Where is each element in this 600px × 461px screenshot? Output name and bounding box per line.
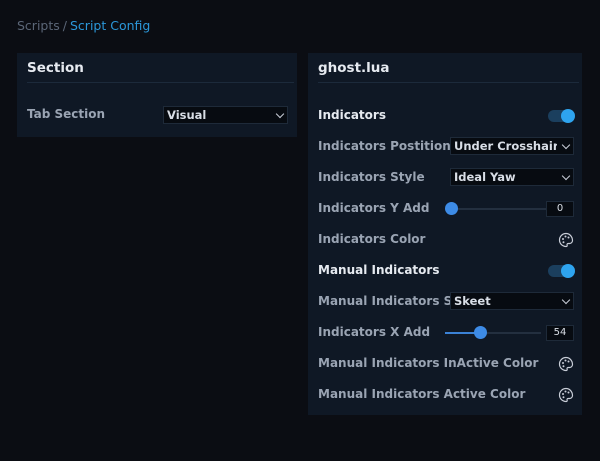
tab-section-value: Visual (167, 108, 207, 122)
tab-section-dropdown[interactable]: Visual (163, 106, 288, 124)
indicators-position-dropdown[interactable]: Under Crosshair (450, 137, 574, 155)
divider (318, 82, 579, 83)
breadcrumb-root[interactable]: Scripts (17, 18, 60, 33)
chevron-down-icon (561, 140, 571, 150)
indicators-toggle[interactable] (548, 109, 575, 123)
indicators-position-row: Indicators Postition Under Crosshair (318, 135, 574, 159)
toggle-knob (561, 109, 575, 123)
indicators-y-add-row: Indicators Y Add 0 (318, 197, 574, 221)
tab-section-label: Tab Section (27, 107, 106, 121)
indicators-y-add-value[interactable]: 0 (546, 201, 574, 217)
indicators-position-label: Indicators Postition (318, 139, 451, 153)
indicators-style-dropdown[interactable]: Ideal Yaw (450, 168, 574, 186)
indicators-x-add-slider[interactable] (445, 326, 541, 339)
manual-indicators-style-row: Manual Indicators Style Skeet (318, 290, 574, 314)
manual-inactive-color-label: Manual Indicators InActive Color (318, 356, 539, 370)
indicators-y-add-slider[interactable] (445, 202, 547, 215)
palette-icon[interactable] (558, 232, 574, 248)
indicators-x-add-row: Indicators X Add 54 (318, 321, 574, 345)
indicators-color-row: Indicators Color (318, 228, 574, 252)
indicators-x-add-label: Indicators X Add (318, 325, 431, 339)
manual-indicators-row: Manual Indicators (318, 259, 575, 283)
manual-active-color-label: Manual Indicators Active Color (318, 387, 526, 401)
manual-indicators-style-dropdown[interactable]: Skeet (450, 292, 574, 310)
chevron-down-icon (561, 295, 571, 305)
indicators-label: Indicators (318, 108, 386, 122)
section-title: Section (27, 60, 84, 76)
slider-thumb[interactable] (445, 202, 458, 215)
slider-thumb[interactable] (473, 326, 487, 339)
indicators-position-value: Under Crosshair (454, 139, 557, 153)
manual-indicators-label: Manual Indicators (318, 263, 440, 277)
indicators-color-label: Indicators Color (318, 232, 426, 246)
breadcrumb-current: Script Config (70, 18, 151, 33)
indicators-y-add-label: Indicators Y Add (318, 201, 430, 215)
palette-icon[interactable] (558, 356, 574, 372)
manual-indicators-style-value: Skeet (454, 294, 491, 308)
indicators-style-value: Ideal Yaw (454, 170, 516, 184)
manual-active-color-row: Manual Indicators Active Color (318, 383, 574, 407)
manual-indicators-toggle[interactable] (548, 264, 575, 278)
breadcrumb: Scripts / Script Config (17, 18, 150, 33)
section-panel: Section Tab Section Visual (17, 53, 297, 137)
breadcrumb-separator: / (62, 18, 67, 33)
chevron-down-icon (275, 109, 285, 119)
indicators-x-add-value[interactable]: 54 (546, 325, 574, 341)
manual-inactive-color-row: Manual Indicators InActive Color (318, 352, 574, 376)
indicators-style-label: Indicators Style (318, 170, 425, 184)
toggle-knob (561, 264, 575, 278)
script-config-panel: ghost.lua Indicators Indicators Postitio… (308, 53, 582, 415)
indicators-row: Indicators (318, 104, 575, 128)
chevron-down-icon (561, 171, 571, 181)
tab-section-row: Tab Section Visual (27, 103, 289, 127)
divider (27, 82, 294, 83)
indicators-style-row: Indicators Style Ideal Yaw (318, 166, 574, 190)
script-title: ghost.lua (318, 60, 390, 76)
palette-icon[interactable] (558, 387, 574, 403)
